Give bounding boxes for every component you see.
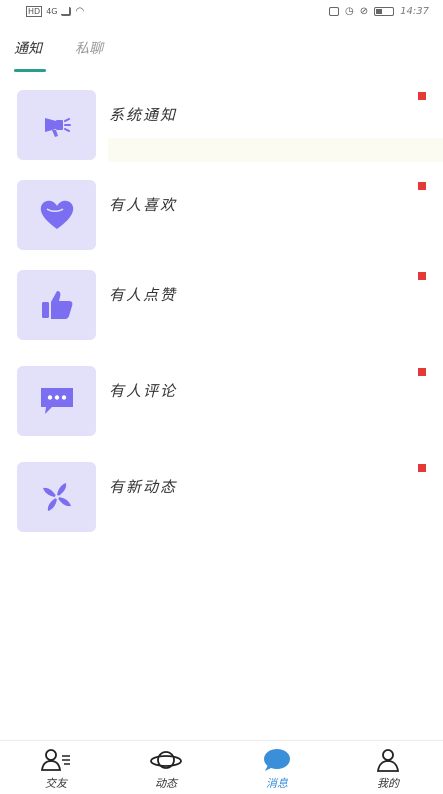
list-item-new-posts[interactable]: 有新动态 [0,462,443,534]
unread-dot [418,182,426,190]
row-highlight [108,138,443,162]
list-item-comments[interactable]: 有人评论 [0,366,443,438]
tab-active-indicator [14,69,46,72]
nav-messages[interactable]: 消息 [247,747,307,791]
people-icon [41,749,70,771]
nav-friends[interactable]: 交友 [26,747,86,791]
status-right: ◷ ⊘ 14:37 [329,6,429,17]
megaphone-icon [44,118,71,137]
battery-icon [374,7,395,16]
icon-tile [17,462,96,532]
tab-bar: 通知 私聊 [0,36,443,76]
wifi-icon: ◠ [75,6,85,17]
thumbs-up-icon [41,291,72,319]
icon-tile [17,366,96,436]
nfc-icon [329,7,340,16]
item-label: 有新动态 [109,478,178,496]
nav-label: 动态 [155,777,177,790]
tab-private-chat[interactable]: 私聊 [75,38,103,58]
tab-notifications[interactable]: 通知 [14,38,42,58]
mute-icon: ⊘ [359,6,369,17]
heart-icon [40,200,73,229]
planet-icon [150,751,182,769]
nav-label: 我的 [377,777,399,790]
icon-tile [17,180,96,250]
person-icon [376,749,400,772]
list-item-thumbs-up[interactable]: 有人点赞 [0,270,443,342]
item-label: 有人评论 [109,382,178,400]
nav-label: 交友 [45,777,67,790]
signal-icon [61,7,72,16]
network-indicator: 4G [46,7,58,16]
icon-tile [17,90,96,160]
hd-indicator: HD [26,6,43,17]
nav-feed[interactable]: 动态 [136,747,196,791]
unread-dot [418,464,426,472]
item-label: 系统通知 [109,106,178,124]
item-label: 有人点赞 [109,286,178,304]
nav-icon-wrap [247,747,307,773]
nav-icon-wrap [136,747,196,773]
bottom-nav: 交友 动态 消息 我的 [0,740,443,794]
item-label: 有人喜欢 [109,196,178,214]
icon-tile [17,270,96,340]
nav-icon-wrap [26,747,86,773]
pinwheel-icon [42,483,71,511]
nav-profile[interactable]: 我的 [358,747,418,791]
status-left: HD 4G ◠ [26,6,84,17]
unread-dot [418,92,426,100]
alarm-icon: ◷ [345,6,354,17]
status-time: 14:37 [400,6,429,17]
nav-icon-wrap [358,747,418,773]
unread-dot [418,368,426,376]
status-bar: HD 4G ◠ ◷ ⊘ 14:37 [0,0,443,24]
chat-bubble-icon [264,749,290,771]
list-item-likes[interactable]: 有人喜欢 [0,180,443,252]
list-item-system[interactable]: 系统通知 [0,90,443,162]
nav-label: 消息 [266,777,288,790]
comment-icon [40,388,73,414]
unread-dot [418,272,426,280]
